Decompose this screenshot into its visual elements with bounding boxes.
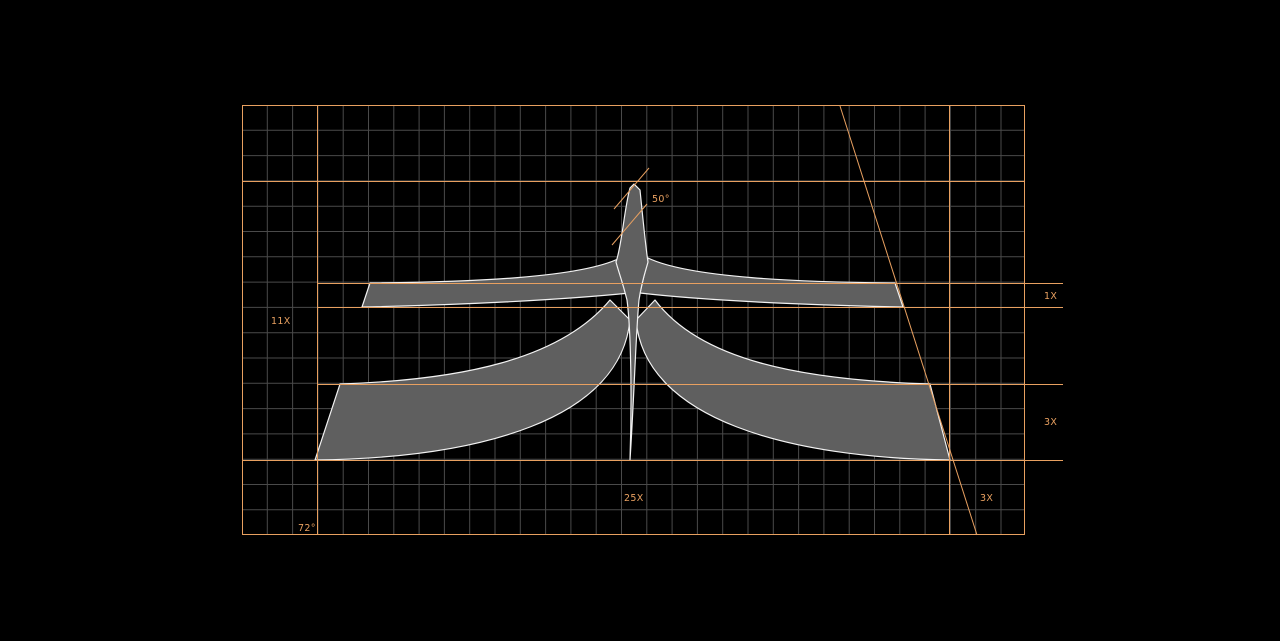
ratio-label-11x: 11X (271, 316, 291, 327)
ratio-label-25x: 25X (624, 493, 644, 504)
upper-bar-right (639, 257, 904, 308)
ratio-label-1x: 1X (1044, 291, 1057, 302)
ratio-label-3x-bottom: 3X (980, 493, 993, 504)
logo-mark (314, 183, 951, 461)
upper-bar-left (361, 257, 631, 308)
guide-diagonal-72 (839, 105, 978, 536)
lower-wing-left (314, 299, 631, 461)
lower-wing-right (635, 299, 951, 461)
ratio-label-3x-right: 3X (1044, 417, 1057, 428)
angle-label-50: 50° (652, 194, 670, 205)
logo-construction-diagram: 50° 72° 11X 1X 3X 25X 3X (242, 105, 1063, 536)
angle-label-72: 72° (298, 523, 316, 534)
